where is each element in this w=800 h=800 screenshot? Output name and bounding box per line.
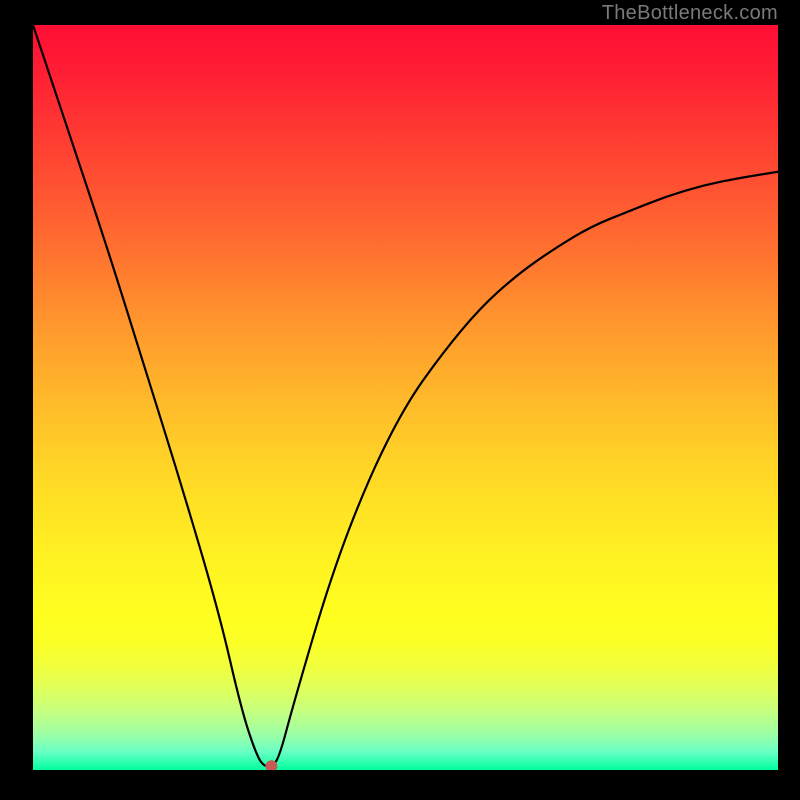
chart-container: TheBottleneck.com bbox=[0, 0, 800, 800]
bottleneck-curve bbox=[33, 25, 778, 766]
watermark-text: TheBottleneck.com bbox=[602, 2, 778, 25]
curve-svg bbox=[33, 25, 778, 770]
plot-area bbox=[33, 25, 778, 770]
